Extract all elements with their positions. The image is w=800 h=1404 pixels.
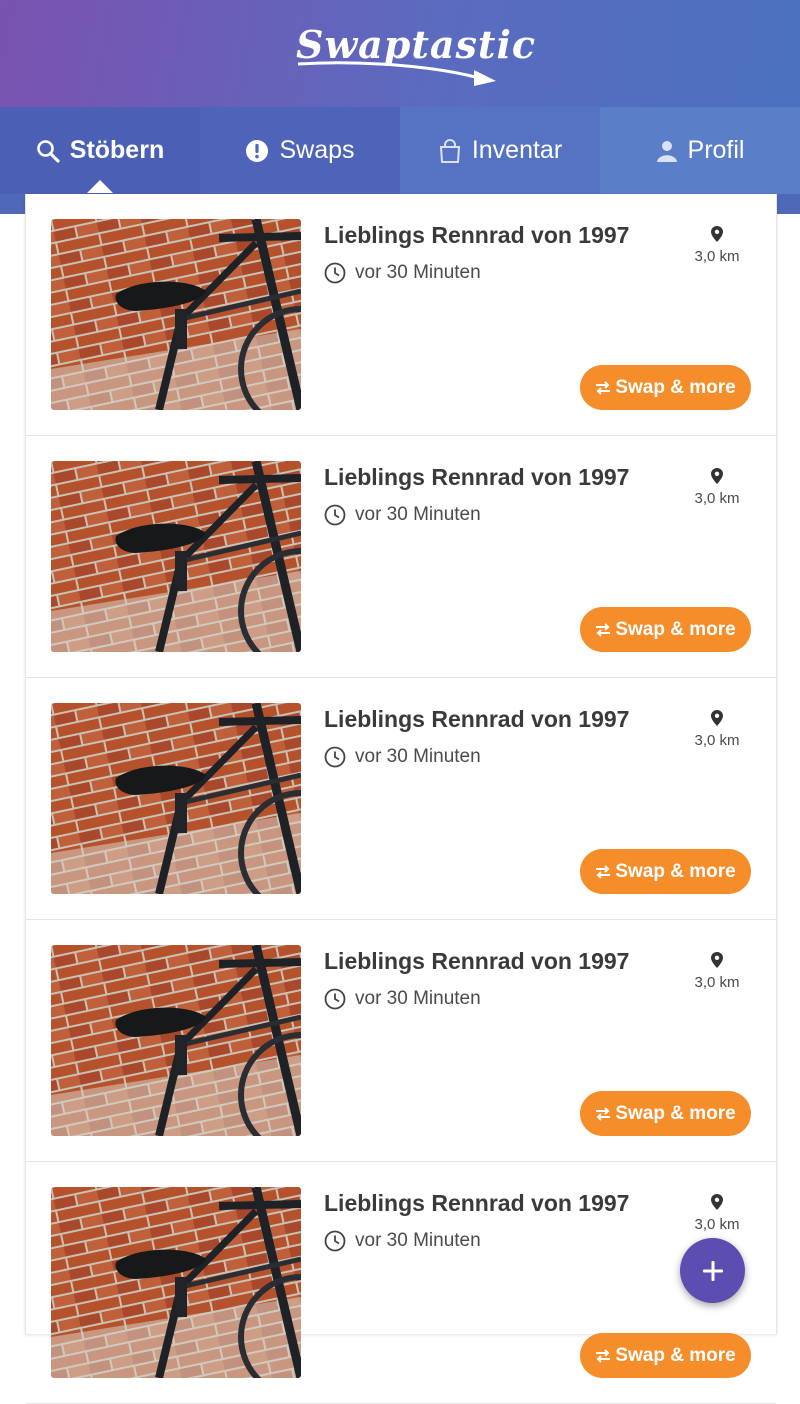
tab-inventar[interactable]: Inventar xyxy=(400,107,600,194)
listing-title[interactable]: Lieblings Rennrad von 1997 xyxy=(324,948,629,975)
alert-circle-icon xyxy=(245,139,269,163)
listing-time-text: vor 30 Minuten xyxy=(355,504,481,525)
tab-label: Profil xyxy=(687,136,745,164)
plus-icon xyxy=(702,1260,723,1281)
bicycle-photo-image xyxy=(51,461,301,652)
listing-time: vor 30 Minuten xyxy=(324,504,481,526)
listing-distance: 3,0 km xyxy=(694,248,740,265)
listing-thumbnail[interactable] xyxy=(51,703,301,894)
clock-icon xyxy=(324,988,346,1010)
person-icon xyxy=(656,140,678,162)
listing-location: 3,0 km xyxy=(682,1194,752,1233)
location-pin-icon xyxy=(711,710,723,726)
listing-distance: 3,0 km xyxy=(694,1216,740,1233)
list-item[interactable]: Lieblings Rennrad von 1997 vor 30 Minute… xyxy=(26,1162,776,1404)
swap-button[interactable]: Swap & more xyxy=(580,607,751,652)
swap-button[interactable]: Swap & more xyxy=(580,365,751,410)
tab-label: Stöbern xyxy=(69,136,165,164)
swap-arrows-icon xyxy=(595,622,611,637)
listing-time: vor 30 Minuten xyxy=(324,262,481,284)
listing-thumbnail[interactable] xyxy=(51,461,301,652)
swap-button-label: Swap & more xyxy=(615,860,736,882)
listing-location: 3,0 km xyxy=(682,468,752,507)
swap-button[interactable]: Swap & more xyxy=(580,849,751,894)
location-pin-icon xyxy=(711,226,723,242)
listing-title[interactable]: Lieblings Rennrad von 1997 xyxy=(324,1190,629,1217)
listing-time-text: vor 30 Minuten xyxy=(355,988,481,1009)
bicycle-photo-image xyxy=(51,1187,301,1378)
location-pin-icon xyxy=(711,952,723,968)
listing-list: Lieblings Rennrad von 1997 vor 30 Minute… xyxy=(25,194,777,1404)
swap-button-label: Swap & more xyxy=(615,376,736,398)
swap-button-label: Swap & more xyxy=(615,1102,736,1124)
list-item[interactable]: Lieblings Rennrad von 1997 vor 30 Minute… xyxy=(26,194,776,436)
location-pin-icon xyxy=(711,468,723,484)
listing-thumbnail[interactable] xyxy=(51,945,301,1136)
listing-time-text: vor 30 Minuten xyxy=(355,1230,481,1251)
bicycle-photo-image xyxy=(51,219,301,410)
swap-button-label: Swap & more xyxy=(615,1344,736,1366)
listing-thumbnail[interactable] xyxy=(51,1187,301,1378)
listing-time: vor 30 Minuten xyxy=(324,746,481,768)
tab-swaps[interactable]: Swaps xyxy=(200,107,400,194)
swap-arrows-icon xyxy=(595,380,611,395)
search-icon xyxy=(36,139,60,163)
list-item[interactable]: Lieblings Rennrad von 1997 vor 30 Minute… xyxy=(26,436,776,678)
listing-time: vor 30 Minuten xyxy=(324,988,481,1010)
listing-thumbnail[interactable] xyxy=(51,219,301,410)
swap-button[interactable]: Swap & more xyxy=(580,1091,751,1136)
add-listing-button[interactable] xyxy=(680,1238,745,1303)
tab-profil[interactable]: Profil xyxy=(600,107,800,194)
listing-distance: 3,0 km xyxy=(694,732,740,749)
list-item[interactable]: Lieblings Rennrad von 1997 vor 30 Minute… xyxy=(26,678,776,920)
tab-label: Swaps xyxy=(279,136,355,164)
listing-location: 3,0 km xyxy=(682,710,752,749)
listing-title[interactable]: Lieblings Rennrad von 1997 xyxy=(324,464,629,491)
listing-title[interactable]: Lieblings Rennrad von 1997 xyxy=(324,706,629,733)
swap-button-label: Swap & more xyxy=(615,618,736,640)
listing-time-text: vor 30 Minuten xyxy=(355,262,481,283)
clock-icon xyxy=(324,504,346,526)
listing-distance: 3,0 km xyxy=(694,974,740,991)
clock-icon xyxy=(324,262,346,284)
location-pin-icon xyxy=(711,1194,723,1210)
bicycle-photo-image xyxy=(51,703,301,894)
logo-swoosh-icon xyxy=(297,61,496,86)
active-tab-indicator xyxy=(87,180,113,193)
swap-arrows-icon xyxy=(595,864,611,879)
swap-button[interactable]: Swap & more xyxy=(580,1333,751,1378)
app-header: Swaptastic xyxy=(0,0,800,107)
listing-time: vor 30 Minuten xyxy=(324,1230,481,1252)
app-logo: Swaptastic xyxy=(290,16,535,88)
list-item[interactable]: Lieblings Rennrad von 1997 vor 30 Minute… xyxy=(26,920,776,1162)
tab-label: Inventar xyxy=(471,136,563,164)
clock-icon xyxy=(324,1230,346,1252)
swap-arrows-icon xyxy=(595,1348,611,1363)
listing-title[interactable]: Lieblings Rennrad von 1997 xyxy=(324,222,629,249)
bicycle-photo-image xyxy=(51,945,301,1136)
listing-location: 3,0 km xyxy=(682,226,752,265)
listing-location: 3,0 km xyxy=(682,952,752,991)
listing-time-text: vor 30 Minuten xyxy=(355,746,481,767)
listing-distance: 3,0 km xyxy=(694,490,740,507)
bag-icon xyxy=(438,138,462,163)
swap-arrows-icon xyxy=(595,1106,611,1121)
clock-icon xyxy=(324,746,346,768)
